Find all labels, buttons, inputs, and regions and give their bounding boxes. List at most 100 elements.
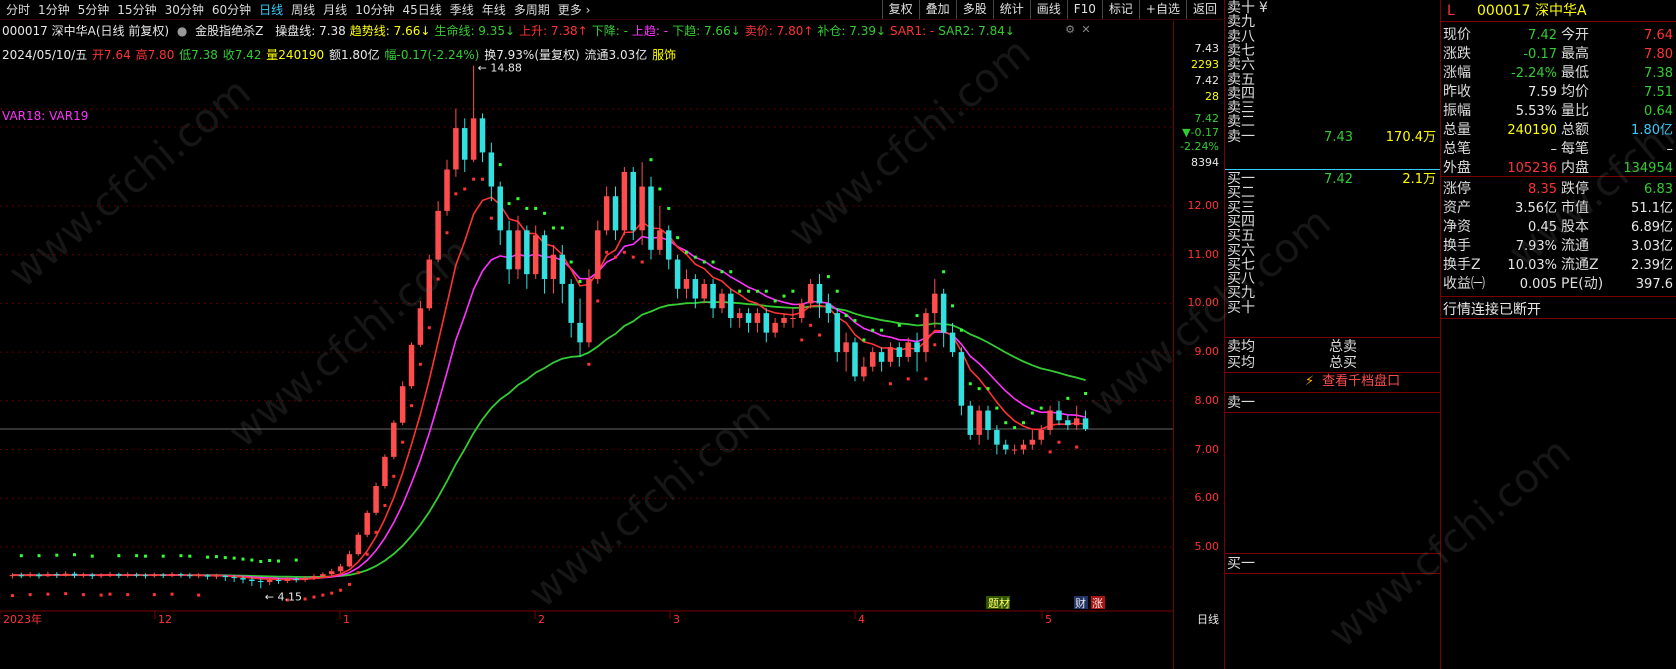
- candle[interactable]: [80, 572, 87, 578]
- candle[interactable]: [453, 108, 459, 177]
- candle[interactable]: [160, 573, 166, 579]
- period-tab[interactable]: 月线: [319, 2, 351, 18]
- candle[interactable]: [151, 572, 158, 578]
- candle[interactable]: [781, 313, 787, 328]
- candle[interactable]: [657, 206, 663, 255]
- event-marker[interactable]: 题材: [986, 596, 1010, 610]
- candle[interactable]: [1020, 439, 1027, 455]
- candle[interactable]: [506, 220, 512, 284]
- candle[interactable]: [967, 400, 974, 440]
- candle[interactable]: [98, 573, 104, 579]
- candle[interactable]: [18, 572, 25, 579]
- bid-row[interactable]: 买五: [1225, 229, 1440, 244]
- close-icon[interactable]: ✕: [1080, 24, 1092, 36]
- candle[interactable]: [9, 573, 16, 579]
- period-tab[interactable]: 60分钟: [208, 2, 255, 18]
- toolbar-action-button[interactable]: 叠加: [918, 0, 956, 19]
- candle[interactable]: [258, 578, 264, 589]
- candle[interactable]: [337, 563, 344, 574]
- period-tab[interactable]: 15分钟: [113, 2, 160, 18]
- candle[interactable]: [391, 420, 397, 460]
- period-tab[interactable]: 季线: [446, 2, 478, 18]
- candle[interactable]: [745, 308, 752, 333]
- candle[interactable]: [736, 308, 743, 328]
- period-tab[interactable]: 周线: [287, 2, 319, 18]
- candle[interactable]: [923, 308, 929, 362]
- bid-row[interactable]: 买三: [1225, 200, 1440, 216]
- candle[interactable]: [595, 220, 601, 284]
- candle[interactable]: [887, 342, 894, 367]
- period-tab[interactable]: 45日线: [398, 2, 445, 18]
- candle[interactable]: [54, 572, 60, 579]
- period-tab[interactable]: 日线: [255, 2, 287, 18]
- toolbar-action-button[interactable]: 返回: [1185, 0, 1223, 19]
- toolbar-action-button[interactable]: 标记: [1101, 0, 1139, 19]
- candle[interactable]: [470, 65, 477, 163]
- candle[interactable]: [719, 288, 725, 314]
- ask-row[interactable]: 卖九: [1225, 15, 1440, 30]
- toolbar-action-button[interactable]: 复权: [881, 0, 919, 19]
- candle[interactable]: [674, 254, 681, 299]
- bid-row[interactable]: 买十: [1225, 300, 1440, 316]
- candle[interactable]: [869, 347, 876, 372]
- candle[interactable]: [710, 279, 716, 319]
- candle[interactable]: [1047, 405, 1053, 435]
- toolbar-action-button[interactable]: 画线: [1029, 0, 1067, 19]
- candle[interactable]: [479, 113, 486, 163]
- candle[interactable]: [497, 181, 503, 245]
- candle[interactable]: [648, 176, 654, 260]
- candle[interactable]: [27, 572, 33, 578]
- candle[interactable]: [683, 269, 690, 299]
- ask-row[interactable]: 卖八: [1225, 29, 1440, 45]
- candle[interactable]: [1029, 430, 1036, 450]
- bid-row[interactable]: 买七: [1225, 257, 1440, 273]
- event-marker[interactable]: 涨: [1091, 596, 1105, 610]
- candle[interactable]: [107, 571, 113, 578]
- candle[interactable]: [417, 300, 424, 348]
- candle[interactable]: [754, 308, 761, 333]
- bid-row[interactable]: 买一 7.42 2.1万: [1225, 172, 1440, 188]
- period-tab[interactable]: 多周期: [510, 2, 554, 18]
- candle[interactable]: [178, 572, 184, 578]
- settings-gear-icon[interactable]: ⚙: [1064, 24, 1076, 36]
- candle[interactable]: [1002, 439, 1009, 455]
- bid-row[interactable]: 买四: [1225, 214, 1440, 230]
- candle[interactable]: [1056, 400, 1062, 426]
- view-full-book-button[interactable]: ⚡ 查看千档盘口: [1305, 374, 1400, 390]
- candle[interactable]: [612, 186, 619, 241]
- candle[interactable]: [728, 288, 734, 328]
- candle[interactable]: [346, 550, 353, 568]
- ask-row[interactable]: 卖六: [1225, 58, 1440, 73]
- period-tab[interactable]: 30分钟: [161, 2, 208, 18]
- period-tab[interactable]: 更多 ›: [554, 2, 595, 18]
- candle[interactable]: [834, 308, 840, 362]
- period-tab[interactable]: 分时: [2, 2, 34, 18]
- candle[interactable]: [1073, 405, 1080, 431]
- candle[interactable]: [45, 571, 51, 578]
- toolbar-action-button[interactable]: 统计: [992, 0, 1030, 19]
- ask-row[interactable]: 卖三: [1225, 101, 1440, 116]
- candle[interactable]: [896, 342, 903, 367]
- candle[interactable]: [399, 381, 406, 426]
- candle[interactable]: [116, 572, 122, 579]
- period-tab[interactable]: 5分钟: [74, 2, 114, 18]
- candle[interactable]: [878, 347, 885, 372]
- ask-row[interactable]: 卖五: [1225, 72, 1440, 88]
- bid-row[interactable]: 买八: [1225, 272, 1440, 287]
- candle[interactable]: [124, 572, 131, 578]
- candle[interactable]: [790, 308, 796, 328]
- ask-row[interactable]: 卖十 ¥: [1225, 1, 1440, 16]
- candle[interactable]: [603, 186, 610, 236]
- bar-sector[interactable]: 服饰: [652, 48, 676, 62]
- candle[interactable]: [435, 201, 441, 263]
- candle[interactable]: [1011, 444, 1018, 455]
- candle[interactable]: [524, 225, 530, 289]
- candle[interactable]: [355, 532, 362, 556]
- kline-chart-panel[interactable]: 2023年 12 1 2 3 4 5 ← 14.88 ← 4.15 题材财涨 000017 深中华…: [0, 21, 1223, 669]
- candle[interactable]: [89, 573, 96, 580]
- period-tab[interactable]: 10分钟: [351, 2, 398, 18]
- candle[interactable]: [133, 572, 140, 578]
- candle[interactable]: [488, 142, 495, 202]
- candle[interactable]: [408, 342, 415, 389]
- period-tab[interactable]: 年线: [478, 2, 510, 18]
